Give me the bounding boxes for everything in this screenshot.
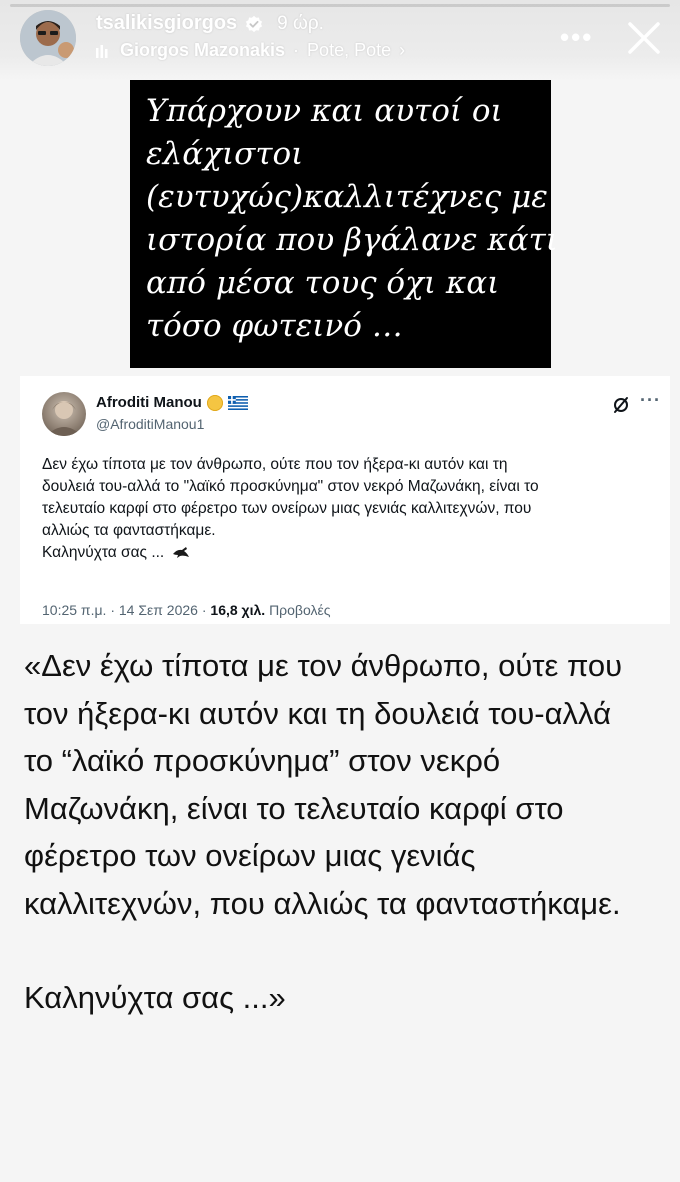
overlay-line: τόσο φωτεινό …: [146, 308, 403, 344]
audio-bars-icon: [96, 44, 108, 58]
overlay-line: (ευτυχώς)καλλιτέχνες με: [146, 179, 548, 215]
tweet-avatar: [42, 392, 86, 436]
quoted-line: το “λαϊκό προσκύνημα” στον νεκρό: [24, 743, 501, 778]
tweet-text-line: Καληνύχτα σας ...: [42, 542, 652, 564]
tweet-more-button[interactable]: ···: [640, 390, 661, 411]
tweet-text: Δεν έχω τίποτα με τον άνθρωπο, ούτε που …: [42, 454, 652, 564]
quoted-line: Μαζωνάκη, είναι το τελευταίο καρφί στο: [24, 790, 564, 826]
quoted-line: φέρετρο των ονείρων μιας γενιάς: [24, 838, 476, 873]
music-song: Pote, Pote: [307, 40, 392, 60]
meta-dot: ·: [110, 602, 119, 618]
music-separator: ·: [293, 40, 300, 60]
tweet-handle[interactable]: @AfroditiManou1: [96, 416, 204, 432]
tweet-views-count: 16,8 χιλ.: [210, 602, 266, 618]
tweet-text-line: αλλιώς τα φανταστήκαμε.: [42, 522, 216, 539]
tweet-time: 10:25 π.μ.: [42, 602, 107, 618]
tweet-text-line: τελευταίο καρφί στο φέρετρο των ονείρων …: [42, 500, 532, 517]
tweet-author-name[interactable]: Afroditi Manou: [96, 394, 202, 411]
verified-badge-icon: [246, 15, 263, 32]
greek-flag-icon: [227, 395, 248, 410]
close-icon[interactable]: [622, 16, 666, 60]
tweet-card: Afroditi Manou @AfroditiManou1 ··· Δεν έ…: [20, 376, 670, 624]
quoted-line: καλλιτεχνών, που αλλιώς τα φανταστήκαμε.: [24, 885, 621, 921]
overlay-line: από μέσα τους όχι και: [146, 265, 500, 301]
music-row[interactable]: Giorgos Mazonakis · Pote, Pote ›: [96, 40, 405, 61]
quoted-closing: Καληνύχτα σας ...»: [24, 980, 286, 1015]
tweet-views-label: Προβολές: [269, 602, 331, 618]
crow-emoji-icon: [172, 547, 189, 558]
overlay-line: Υπάρχουν και αυτοί οι: [146, 93, 503, 129]
story-text-overlay: Υπάρχουν και αυτοί οι ελάχιστοι (ευτυχώς…: [130, 80, 558, 368]
username-row: tsalikisgiorgos 9 ώρ.: [96, 12, 324, 35]
overlay-line: ελάχιστοι: [146, 136, 304, 172]
overlay-line: ιστορία που βγάλανε κάτι: [146, 222, 558, 258]
grok-icon[interactable]: [612, 396, 630, 414]
quoted-text-block: «Δεν έχω τίποτα με τον άνθρωπο, ούτε που…: [24, 642, 664, 1022]
tweet-text-line: Δεν έχω τίποτα με τον άνθρωπο, ούτε που …: [42, 456, 508, 473]
tweet-meta: 10:25 π.μ. · 14 Σεπ 2026 · 16,8 χιλ. Προ…: [42, 602, 330, 618]
avatar-image: [20, 10, 76, 66]
quoted-line: «Δεν έχω τίποτα με τον άνθρωπο, ούτε που: [24, 648, 623, 683]
more-options-button[interactable]: •••: [560, 22, 593, 53]
avatar[interactable]: [20, 10, 76, 66]
music-artist: Giorgos Mazonakis: [120, 40, 286, 60]
tweet-avatar-image: [46, 401, 82, 436]
tweet-text-line: δουλειά του-αλλά το "λαϊκό προσκύνημα" σ…: [42, 478, 539, 495]
tweet-date[interactable]: 14 Σεπ 2026: [119, 602, 198, 618]
tweet-goodnight: Καληνύχτα σας ...: [42, 544, 165, 561]
tweet-name-row: Afroditi Manou: [96, 394, 248, 411]
smiley-emoji-icon: [206, 394, 223, 411]
story-progress-bar: [10, 4, 670, 7]
story-username[interactable]: tsalikisgiorgos: [96, 12, 237, 35]
quoted-line: τον ήξερα-κι αυτόν και τη δουλειά του-αλ…: [24, 695, 611, 731]
story-time: 9 ώρ.: [277, 12, 324, 34]
story-header: tsalikisgiorgos 9 ώρ. Giorgos Mazonakis …: [0, 0, 680, 80]
chevron-right-icon: ›: [399, 40, 406, 60]
